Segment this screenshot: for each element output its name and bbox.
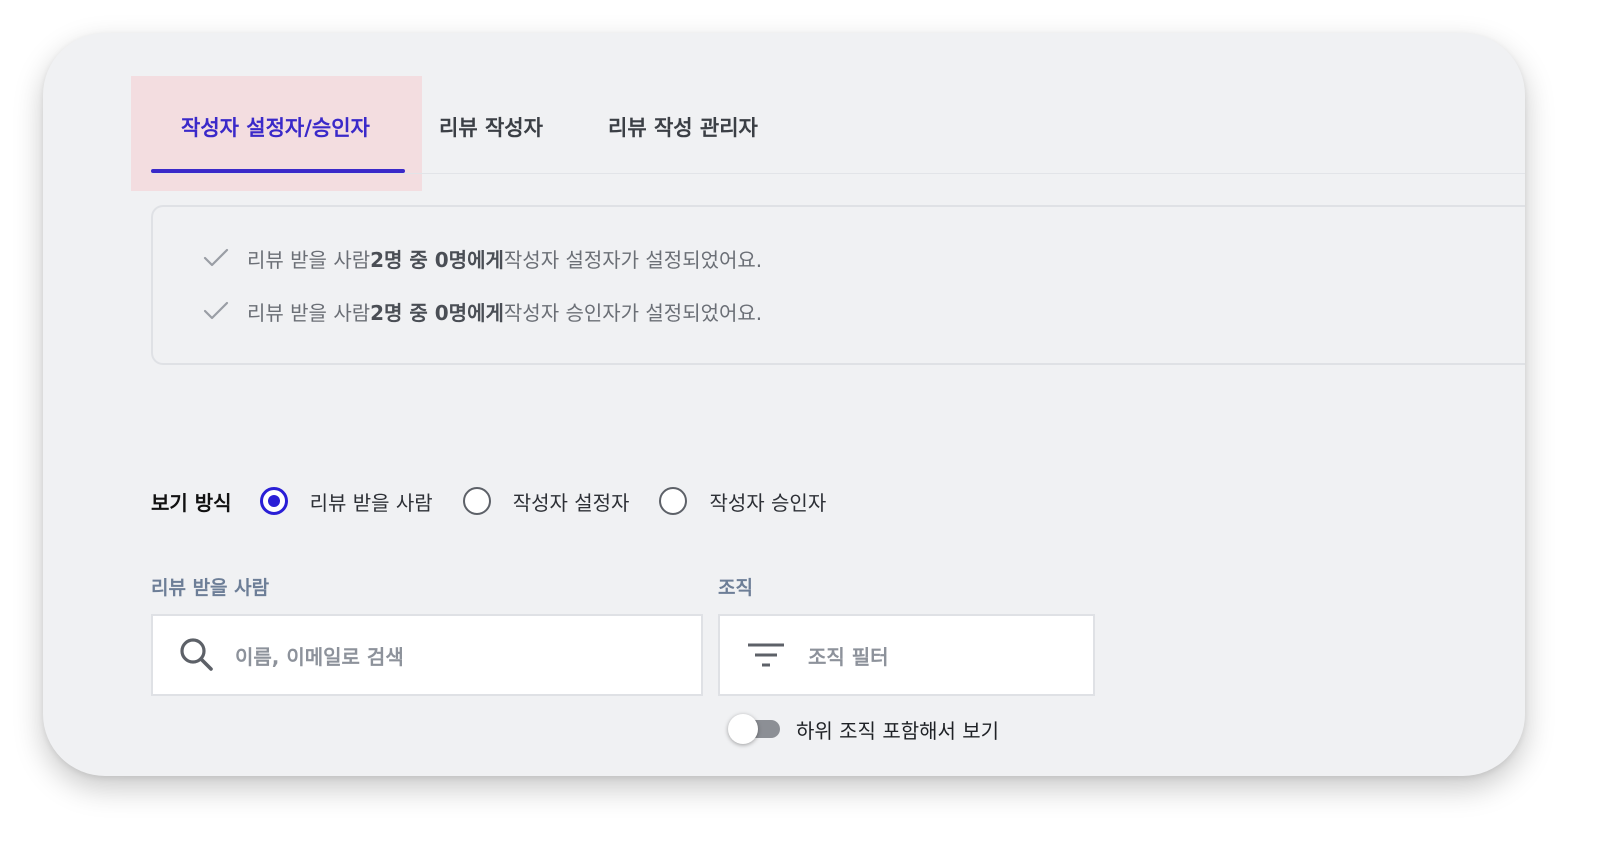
sub-org-toggle[interactable] bbox=[728, 714, 782, 744]
radio-label: 작성자 승인자 bbox=[709, 490, 827, 515]
radio-reviewee[interactable]: 리뷰 받을 사람 bbox=[259, 487, 433, 516]
org-filter-button[interactable]: 조직 필터 bbox=[718, 614, 1095, 696]
check-icon bbox=[203, 301, 229, 320]
tab-review-manager[interactable]: 리뷰 작성 관리자 bbox=[608, 113, 758, 143]
notice-count: 2명 중 0명에게 bbox=[370, 300, 504, 325]
org-filter-placeholder: 조직 필터 bbox=[808, 644, 889, 669]
filter-icon bbox=[748, 643, 784, 667]
radio-label: 리뷰 받을 사람 bbox=[309, 490, 433, 515]
toggle-knob bbox=[728, 714, 758, 744]
radio-checked-icon[interactable] bbox=[259, 487, 288, 515]
settings-panel: 작성자 설정자/승인자 리뷰 작성자 리뷰 작성 관리자 리뷰 받을 사람 2명… bbox=[43, 33, 1525, 776]
reviewee-search-input[interactable]: 이름, 이메일로 검색 bbox=[151, 614, 703, 696]
notice-text-suffix: 작성자 설정자가 설정되었어요. bbox=[503, 247, 763, 272]
sub-org-toggle-label: 하위 조직 포함해서 보기 bbox=[796, 718, 1000, 743]
check-icon bbox=[203, 248, 229, 267]
notice-text-prefix: 리뷰 받을 사람 bbox=[247, 300, 371, 325]
search-icon bbox=[180, 638, 213, 671]
status-notice-box: 리뷰 받을 사람 2명 중 0명에게 작성자 설정자가 설정되었어요. 리뷰 받… bbox=[151, 205, 1525, 365]
notice-item: 리뷰 받을 사람 2명 중 0명에게 작성자 설정자가 설정되었어요. bbox=[203, 243, 762, 273]
tab-author-setter-approver[interactable]: 작성자 설정자/승인자 bbox=[181, 113, 370, 143]
notice-text-prefix: 리뷰 받을 사람 bbox=[247, 247, 371, 272]
view-mode-label: 보기 방식 bbox=[151, 490, 232, 515]
reviewee-filter-label: 리뷰 받을 사람 bbox=[151, 577, 270, 599]
radio-unchecked-icon[interactable] bbox=[462, 487, 491, 515]
tab-bar-divider bbox=[151, 173, 1525, 174]
active-tab-indicator bbox=[151, 169, 405, 173]
notice-count: 2명 중 0명에게 bbox=[370, 247, 504, 272]
notice-text-suffix: 작성자 승인자가 설정되었어요. bbox=[503, 300, 763, 325]
radio-author-approver[interactable]: 작성자 승인자 bbox=[659, 487, 826, 516]
radio-label: 작성자 설정자 bbox=[512, 490, 630, 515]
search-placeholder: 이름, 이메일로 검색 bbox=[235, 644, 404, 669]
tab-review-author[interactable]: 리뷰 작성자 bbox=[439, 113, 543, 143]
view-mode-group: 보기 방식 리뷰 받을 사람 작성자 설정자 작성자 승인자 bbox=[151, 483, 856, 519]
radio-unchecked-icon[interactable] bbox=[659, 487, 688, 515]
notice-item: 리뷰 받을 사람 2명 중 0명에게 작성자 승인자가 설정되었어요. bbox=[203, 296, 762, 326]
sub-org-toggle-row: 하위 조직 포함해서 보기 bbox=[728, 713, 999, 745]
org-filter-label: 조직 bbox=[718, 577, 753, 599]
radio-author-setter[interactable]: 작성자 설정자 bbox=[462, 487, 630, 516]
